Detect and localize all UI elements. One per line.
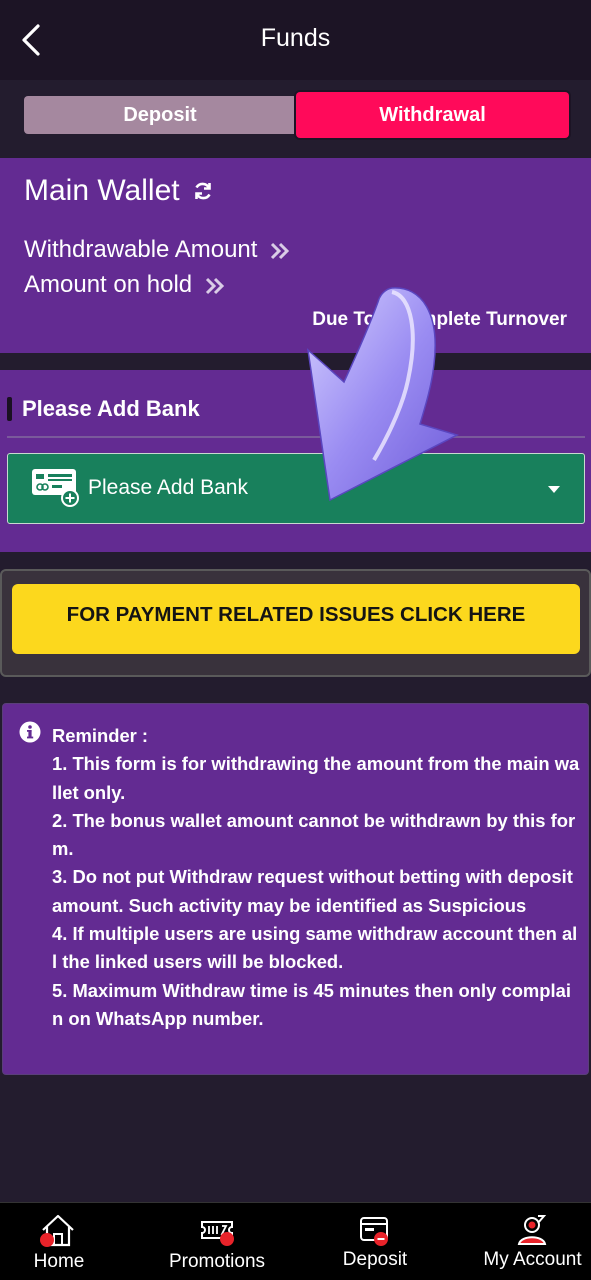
- payment-issues-button[interactable]: FOR PAYMENT RELATED ISSUES CLICK HERE: [12, 584, 580, 654]
- tab-withdrawal[interactable]: Withdrawal: [296, 92, 569, 138]
- reminder-line: 3. Do not put Withdraw request without b…: [52, 866, 573, 916]
- reminder-line: 4. If multiple users are using same with…: [52, 923, 578, 973]
- section-accent-bar: [7, 397, 12, 421]
- wallet-card-icon: [360, 1217, 388, 1246]
- turnover-note: Due To Incomplete Turnover: [312, 309, 567, 330]
- bank-card-add-icon: [32, 469, 79, 507]
- withdrawable-amount-label: Withdrawable Amount: [24, 236, 258, 263]
- app-header: Funds: [0, 0, 591, 80]
- reminder-line: 5. Maximum Withdraw time is 45 minutes t…: [52, 979, 571, 1029]
- bank-select-placeholder: Please Add Bank: [88, 476, 248, 499]
- nav-promotions[interactable]: Promotions: [150, 1203, 284, 1280]
- reminder-title: Reminder :: [52, 725, 149, 746]
- reminder-text: Reminder : 1. This form is for withdrawi…: [52, 722, 580, 1033]
- main-wallet-card: Main Wallet Withdrawable Amount Amount o…: [0, 158, 591, 353]
- refresh-icon[interactable]: [192, 180, 214, 202]
- tab-deposit[interactable]: Deposit: [24, 96, 296, 134]
- reminder-line: 2. The bonus wallet amount cannot be wit…: [52, 809, 576, 860]
- dropdown-caret-icon: [548, 486, 560, 493]
- nav-home-label: Home: [33, 1251, 85, 1272]
- account-icon: [517, 1215, 547, 1245]
- home-icon: [40, 1214, 74, 1247]
- nav-my-account[interactable]: My Account: [474, 1203, 591, 1280]
- fund-tabs: Deposit Withdrawal: [24, 92, 569, 138]
- withdrawable-amount-row[interactable]: Withdrawable Amount: [24, 236, 290, 264]
- amount-on-hold-row[interactable]: Amount on hold: [24, 271, 225, 299]
- wallet-title: Main Wallet: [24, 174, 180, 207]
- bank-section-title: Please Add Bank: [22, 396, 200, 421]
- nav-deposit-label: Deposit: [342, 1249, 408, 1270]
- reminder-line: 1. This form is for withdrawing the amou…: [52, 753, 580, 803]
- page-title: Funds: [260, 24, 331, 52]
- bottom-nav: Home Promotions Deposit My Account: [0, 1202, 591, 1280]
- divider: [7, 436, 585, 438]
- bank-section: Please Add Bank Please Add Bank: [0, 370, 591, 552]
- double-chevron-right-icon: [271, 242, 290, 259]
- payment-issues-panel: FOR PAYMENT RELATED ISSUES CLICK HERE: [0, 569, 591, 677]
- ticket-icon: [201, 1221, 234, 1246]
- nav-my-account-label: My Account: [483, 1249, 582, 1270]
- info-icon: [19, 721, 41, 743]
- nav-deposit[interactable]: Deposit: [326, 1203, 424, 1280]
- nav-home[interactable]: Home: [0, 1203, 118, 1280]
- nav-promotions-label: Promotions: [168, 1251, 266, 1272]
- reminder-box: Reminder : 1. This form is for withdrawi…: [2, 703, 589, 1075]
- bank-select-dropdown[interactable]: Please Add Bank: [7, 453, 585, 524]
- amount-on-hold-label: Amount on hold: [24, 271, 193, 298]
- double-chevron-right-icon: [205, 277, 224, 294]
